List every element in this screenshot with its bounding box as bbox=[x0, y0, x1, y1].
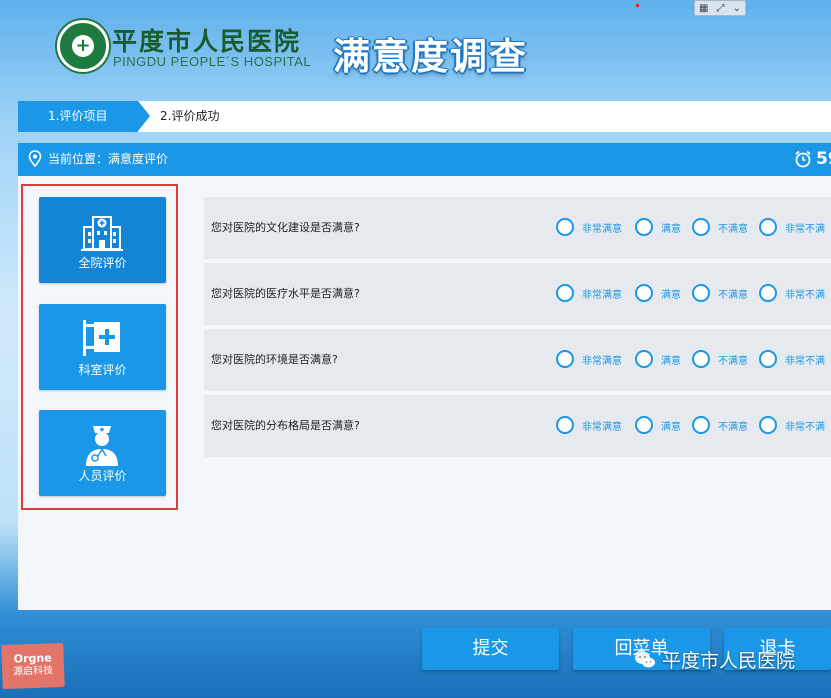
radio-button[interactable] bbox=[759, 416, 777, 434]
category-staff-button[interactable]: 人员评价 bbox=[39, 410, 166, 496]
step-2: 2.评价成功 bbox=[160, 109, 220, 123]
hospital-building-icon bbox=[81, 216, 123, 251]
radio-button[interactable] bbox=[635, 350, 653, 368]
radio-button[interactable] bbox=[556, 416, 574, 434]
watermark-text: 平度市人民医院 bbox=[662, 650, 796, 672]
brand-badge-line2: 源启科技 bbox=[13, 665, 54, 678]
brand-badge-line1: Orgne bbox=[13, 651, 52, 666]
location-bar: 当前位置：满意度评价 59 bbox=[18, 143, 831, 176]
question-text: 您对医院的环境是否满意? bbox=[211, 353, 338, 366]
option-very-unsatisfied[interactable]: 非常不满 bbox=[759, 414, 825, 436]
option-unsatisfied[interactable]: 不满意 bbox=[692, 414, 748, 436]
option-satisfied[interactable]: 满意 bbox=[635, 282, 681, 304]
grid-icon[interactable]: ▦ bbox=[699, 3, 708, 14]
option-unsatisfied[interactable]: 不满意 bbox=[692, 282, 748, 304]
radio-button[interactable] bbox=[759, 284, 777, 302]
question-row: 您对医院的医疗水平是否满意? 非常满意 满意 不满意 非常不满 bbox=[204, 263, 831, 325]
radio-button[interactable] bbox=[556, 218, 574, 236]
category-staff-label: 人员评价 bbox=[78, 469, 127, 483]
nurse-icon bbox=[86, 426, 118, 466]
category-hospital-button[interactable]: 全院评价 bbox=[39, 197, 166, 283]
question-row: 您对医院的环境是否满意? 非常满意 满意 不满意 非常不满 bbox=[204, 329, 831, 391]
step-indicator: 1.评价项目 2.评价成功 bbox=[18, 101, 831, 132]
location-pin-icon bbox=[28, 150, 42, 168]
window-controls[interactable]: ▦ ⤢ ⌄ bbox=[694, 0, 746, 16]
question-text: 您对医院的分布格局是否满意? bbox=[211, 419, 360, 432]
department-sign-icon bbox=[83, 320, 120, 356]
watermark: 平度市人民医院 bbox=[634, 646, 795, 673]
brand-badge: Orgne 源启科技 bbox=[1, 642, 65, 690]
radio-button[interactable] bbox=[635, 284, 653, 302]
wechat-icon bbox=[635, 651, 655, 667]
red-dot bbox=[636, 4, 639, 7]
radio-button[interactable] bbox=[759, 350, 777, 368]
option-satisfied[interactable]: 满意 bbox=[635, 348, 681, 370]
option-very-unsatisfied[interactable]: 非常不满 bbox=[759, 282, 825, 304]
radio-button[interactable] bbox=[692, 284, 710, 302]
step-1: 1.评价项目 bbox=[18, 101, 150, 132]
radio-button[interactable] bbox=[692, 416, 710, 434]
radio-button[interactable] bbox=[556, 284, 574, 302]
hospital-logo: + bbox=[57, 20, 109, 72]
alarm-clock-icon bbox=[795, 150, 811, 168]
submit-button[interactable]: 提交 bbox=[422, 628, 559, 670]
fullscreen-icon[interactable]: ⤢ bbox=[717, 3, 725, 14]
option-very-satisfied[interactable]: 非常满意 bbox=[556, 348, 622, 370]
question-text: 您对医院的医疗水平是否满意? bbox=[211, 287, 360, 300]
option-very-satisfied[interactable]: 非常满意 bbox=[556, 282, 622, 304]
option-very-satisfied[interactable]: 非常满意 bbox=[556, 216, 622, 238]
category-hospital-label: 全院评价 bbox=[78, 256, 127, 270]
radio-button[interactable] bbox=[692, 350, 710, 368]
question-row: 您对医院的分布格局是否满意? 非常满意 满意 不满意 非常不满 bbox=[204, 395, 831, 457]
chevron-down-icon[interactable]: ⌄ bbox=[733, 3, 741, 14]
question-row: 您对医院的文化建设是否满意? 非常满意 满意 不满意 非常不满 bbox=[204, 197, 831, 259]
option-unsatisfied[interactable]: 不满意 bbox=[692, 216, 748, 238]
hospital-name-en: PINGDU PEOPLE´S HOSPITAL bbox=[113, 54, 312, 69]
hospital-name-cn: 平度市人民医院 bbox=[112, 27, 302, 56]
category-department-button[interactable]: 科室评价 bbox=[39, 304, 166, 390]
survey-title: 满意度调查 bbox=[333, 35, 528, 78]
radio-button[interactable] bbox=[635, 416, 653, 434]
radio-button[interactable] bbox=[759, 218, 777, 236]
radio-button[interactable] bbox=[556, 350, 574, 368]
option-very-unsatisfied[interactable]: 非常不满 bbox=[759, 216, 825, 238]
option-unsatisfied[interactable]: 不满意 bbox=[692, 348, 748, 370]
option-very-unsatisfied[interactable]: 非常不满 bbox=[759, 348, 825, 370]
option-satisfied[interactable]: 满意 bbox=[635, 216, 681, 238]
countdown-timer: 59 bbox=[816, 149, 831, 169]
category-department-label: 科室评价 bbox=[78, 363, 127, 377]
option-very-satisfied[interactable]: 非常满意 bbox=[556, 414, 622, 436]
option-satisfied[interactable]: 满意 bbox=[635, 414, 681, 436]
radio-button[interactable] bbox=[692, 218, 710, 236]
radio-button[interactable] bbox=[635, 218, 653, 236]
question-text: 您对医院的文化建设是否满意? bbox=[211, 221, 360, 234]
location-text: 当前位置：满意度评价 bbox=[48, 152, 169, 166]
